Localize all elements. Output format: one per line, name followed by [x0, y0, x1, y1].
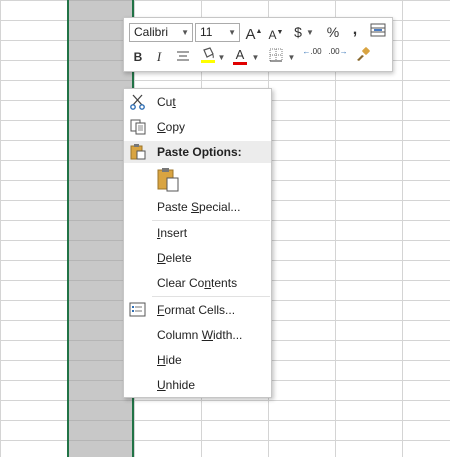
clipboard-icon [129, 144, 147, 160]
menu-item-copy[interactable]: Copy [124, 115, 271, 139]
format-table-button[interactable] [369, 23, 387, 43]
increase-decimal-button[interactable]: ←.00 [301, 47, 323, 67]
shrink-font-button[interactable]: A▼ [267, 23, 285, 43]
chevron-down-icon[interactable]: ▼ [305, 23, 315, 43]
format-cells-icon [129, 302, 147, 318]
percent-icon: % [326, 24, 340, 40]
comma-icon: , [352, 21, 358, 38]
fill-color-button[interactable] [199, 46, 217, 66]
menu-item-hide[interactable]: Hide [124, 348, 271, 372]
menu-item-column-width[interactable]: Column Width... [124, 323, 271, 347]
menu-item-cut[interactable]: Cut [124, 90, 271, 114]
chevron-down-icon[interactable]: ▼ [217, 48, 226, 68]
align-center-icon [177, 51, 189, 61]
menu-item-insert[interactable]: Insert [124, 221, 271, 245]
mini-toolbar: Calibri ▼ 11 ▼ A▲ A▼ $ ▼ % , B I ▼ A ▼ ▼… [123, 17, 393, 72]
menu-item-label: Insert [157, 226, 188, 240]
font-name-box[interactable]: Calibri ▼ [129, 23, 193, 42]
copy-icon [129, 119, 147, 135]
scissors-icon [129, 94, 147, 110]
paste-options-header: Paste Options: [124, 141, 271, 163]
paste-button[interactable] [155, 167, 181, 193]
font-color-button[interactable]: A [231, 46, 249, 66]
menu-item-label: Delete [157, 251, 192, 265]
menu-item-label: Column Width... [157, 328, 243, 342]
percent-style-button[interactable]: % [325, 22, 341, 42]
menu-item-label: Paste Special... [157, 200, 241, 214]
grow-font-icon: A [245, 26, 256, 43]
currency-icon: $ [294, 24, 302, 40]
center-align-button[interactable] [174, 48, 192, 68]
borders-button[interactable] [267, 48, 285, 68]
menu-item-label: Copy [157, 120, 186, 134]
comma-style-button[interactable]: , [348, 20, 362, 40]
menu-item-label: Cut [157, 95, 176, 109]
menu-item-label: Format Cells... [157, 303, 236, 317]
format-painter-button[interactable] [354, 46, 372, 66]
menu-item-unhide[interactable]: Unhide [124, 373, 271, 397]
decrease-decimal-icon: .00 [328, 47, 340, 56]
chevron-down-icon[interactable]: ▼ [228, 24, 236, 41]
menu-item-clear-contents[interactable]: Clear Contents [124, 271, 271, 295]
increase-decimal-icon: .00 [310, 47, 322, 56]
bold-icon: B [133, 50, 143, 64]
paintbrush-icon [357, 47, 370, 61]
menu-divider [152, 296, 270, 297]
menu-item-label: Unhide [157, 378, 196, 392]
table-format-icon [370, 23, 386, 37]
menu-item-delete[interactable]: Delete [124, 246, 271, 270]
bold-button[interactable]: B [130, 47, 146, 67]
menu-item-label: Clear Contents [157, 276, 238, 290]
grow-font-button[interactable]: A▲ [245, 22, 263, 43]
chevron-down-icon[interactable]: ▼ [287, 48, 296, 68]
paste-options-label: Paste Options: [157, 145, 242, 159]
accounting-format-button[interactable]: $ [290, 22, 306, 42]
paint-bucket-icon [201, 47, 215, 63]
font-size-value: 11 [200, 25, 213, 39]
font-size-box[interactable]: 11 ▼ [195, 23, 240, 42]
menu-item-format-cells[interactable]: Format Cells... [124, 298, 271, 322]
chevron-down-icon[interactable]: ▼ [181, 24, 189, 41]
borders-icon [269, 48, 283, 62]
paste-icon [157, 168, 179, 192]
shrink-font-icon: A [268, 28, 277, 42]
chevron-down-icon[interactable]: ▼ [251, 48, 260, 68]
font-color-icon: A [235, 47, 245, 62]
context-menu: Cut Copy Paste Options: Paste Special...… [123, 88, 272, 398]
font-name-value: Calibri [134, 25, 169, 39]
italic-button[interactable]: I [152, 47, 166, 67]
decrease-decimal-button[interactable]: .00→ [327, 47, 349, 67]
italic-icon: I [156, 49, 162, 64]
menu-item-label: Hide [157, 353, 182, 367]
arrow-right-icon: → [339, 47, 348, 56]
font-color-swatch [233, 62, 247, 65]
menu-item-paste-special[interactable]: Paste Special... [124, 195, 271, 219]
